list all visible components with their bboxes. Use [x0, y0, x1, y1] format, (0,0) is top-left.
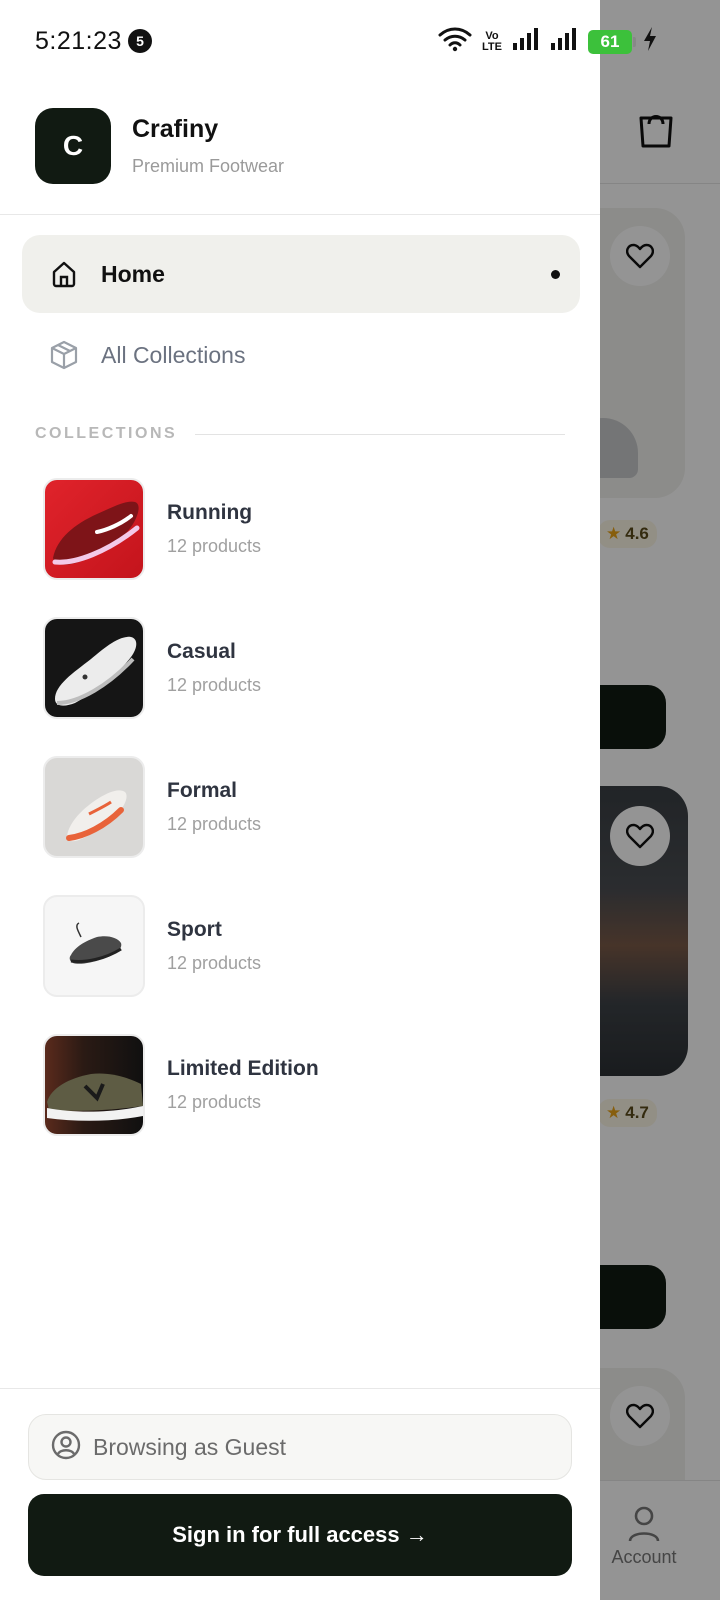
collection-count: 12 products	[167, 814, 262, 834]
collection-name: Limited Edition	[167, 1057, 319, 1080]
brand-name: Crafiny	[132, 115, 219, 143]
collection-name: Sport	[167, 918, 222, 941]
active-indicator	[551, 270, 560, 279]
volte-indicator: Vo LTE	[482, 30, 502, 53]
collection-count: 12 products	[167, 536, 262, 556]
brand-header: C Crafiny Premium Footwear	[35, 108, 284, 184]
nav-item-home[interactable]: Home	[22, 235, 580, 313]
collection-count: 12 products	[167, 953, 262, 973]
guest-status: Browsing as Guest	[28, 1414, 572, 1480]
collection-item-casual[interactable]: Casual 12 products	[43, 617, 563, 719]
collections-section-header: COLLECTIONS	[35, 425, 565, 443]
collection-name: Casual	[167, 640, 236, 663]
sign-in-button[interactable]: Sign in for full access →	[28, 1494, 572, 1576]
divider	[0, 1388, 600, 1389]
status-bar: 5:21:23 5 Vo LTE 61	[0, 0, 720, 84]
guest-label: Browsing as Guest	[93, 1433, 287, 1460]
collection-item-formal[interactable]: Formal 12 products	[43, 756, 563, 858]
collection-thumbnail	[43, 478, 145, 580]
collection-thumbnail	[43, 756, 145, 858]
collection-item-running[interactable]: Running 12 products	[43, 478, 563, 580]
box-icon	[49, 340, 79, 370]
divider	[0, 214, 600, 215]
collection-name: Running	[167, 501, 253, 524]
signal-icon	[550, 27, 578, 56]
nav-item-label: All Collections	[101, 341, 246, 368]
section-title: COLLECTIONS	[35, 425, 178, 442]
collection-thumbnail	[43, 1034, 145, 1136]
charging-icon	[642, 26, 658, 57]
status-time: 5:21:23	[35, 27, 122, 55]
notification-badge: 5	[128, 29, 152, 53]
signal-icon	[512, 27, 540, 56]
collection-thumbnail	[43, 895, 145, 997]
status-icons: Vo LTE 61	[438, 26, 658, 57]
home-icon	[49, 259, 79, 289]
navigation-drawer: C Crafiny Premium Footwear Home All Coll…	[0, 0, 600, 1600]
collection-item-sport[interactable]: Sport 12 products	[43, 895, 563, 997]
collection-count: 12 products	[167, 1092, 262, 1112]
wifi-icon	[438, 26, 472, 57]
brand-logo: C	[35, 108, 111, 184]
brand-tagline: Premium Footwear	[132, 156, 285, 176]
collection-thumbnail	[43, 617, 145, 719]
user-circle-icon	[51, 1430, 81, 1465]
collection-item-limited-edition[interactable]: Limited Edition 12 products	[43, 1034, 563, 1136]
divider	[195, 433, 565, 435]
nav-item-all-collections[interactable]: All Collections	[22, 316, 580, 394]
nav-item-label: Home	[101, 260, 165, 287]
collection-name: Formal	[167, 779, 238, 802]
collection-count: 12 products	[167, 675, 262, 695]
lte-label: LTE	[482, 40, 502, 53]
battery-indicator: 61	[587, 29, 636, 54]
